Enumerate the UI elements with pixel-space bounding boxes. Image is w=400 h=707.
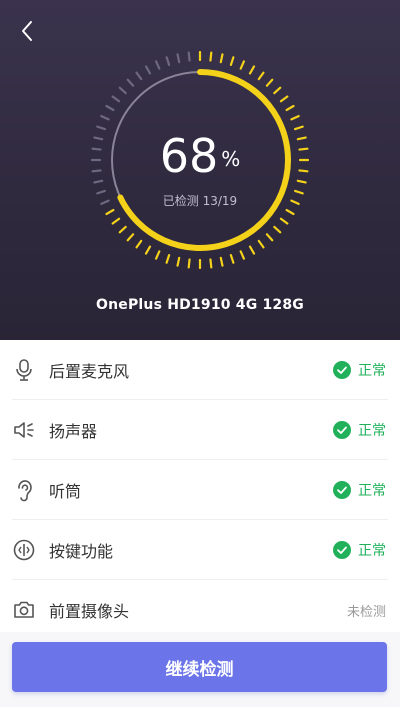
gauge-tick: [239, 250, 246, 260]
gauge-tick: [229, 254, 235, 264]
gauge-tick: [111, 95, 121, 103]
status-text: 正常: [358, 362, 386, 379]
gauge-tick: [279, 217, 289, 225]
gauge-tick: [176, 53, 181, 64]
gauge-tick: [105, 104, 115, 112]
list-item[interactable]: 按键功能 正常: [12, 520, 388, 580]
gauge-tick: [219, 256, 224, 267]
check-circle-icon: [333, 480, 351, 499]
gauge-tick: [165, 56, 171, 66]
status-badge: 未检测: [347, 601, 386, 620]
microphone-icon: [12, 358, 36, 382]
gauge-tick: [279, 95, 289, 103]
list-item[interactable]: 后置麦克风 正常: [12, 340, 388, 400]
gauge-tick: [219, 53, 224, 64]
list-item[interactable]: 前置摄像头 未检测: [12, 580, 388, 640]
gauge-tick: [187, 51, 191, 62]
gauge-tick: [290, 114, 300, 121]
status-badge: 正常: [333, 360, 386, 380]
item-label: 前置摄像头: [49, 602, 130, 621]
list-item[interactable]: 扬声器 正常: [12, 400, 388, 460]
gauge-tick: [273, 86, 282, 95]
gauge-tick: [154, 60, 161, 70]
test-header: 68% 已检测 13/19 OnePlus HD1910 4G 128G: [0, 0, 400, 340]
status-badge: 正常: [333, 480, 386, 500]
check-circle-icon: [333, 420, 351, 439]
camera-icon: [12, 598, 36, 622]
test-item-list: 后置麦克风 正常 扬声器 正常 听筒 正常 按键功能 正常 前置摄像头 未检测: [0, 340, 400, 640]
gauge-tick: [248, 65, 256, 75]
status-text: 正常: [358, 422, 386, 439]
gauge-tick: [144, 65, 152, 75]
ear-icon: [12, 478, 36, 502]
gauge-tick: [100, 114, 110, 121]
key-icon: [12, 538, 36, 562]
gauge-tick: [105, 208, 115, 216]
status-badge: 正常: [333, 540, 386, 560]
gauge-tick: [135, 71, 143, 81]
gauge-tick: [273, 225, 282, 234]
item-label: 后置麦克风: [49, 361, 130, 381]
gauge-tick: [257, 239, 265, 249]
gauge-tick: [135, 239, 143, 249]
gauge-tick: [265, 233, 274, 242]
item-label: 听筒: [49, 481, 82, 501]
progress-count: 已检测 13/19: [162, 194, 238, 208]
item-label: 按键功能: [49, 541, 114, 561]
gauge-tick: [209, 258, 213, 269]
gauge-tick: [154, 250, 161, 260]
gauge-tick: [111, 217, 121, 225]
gauge-tick: [248, 245, 256, 255]
gauge-tick: [257, 71, 265, 81]
gauge-tick: [118, 225, 127, 234]
gauge-tick: [209, 51, 213, 62]
gauge-tick: [144, 245, 152, 255]
percent-value: 68: [159, 129, 219, 183]
check-circle-icon: [333, 360, 351, 379]
list-item[interactable]: 听筒 正常: [12, 460, 388, 520]
gauge-tick: [165, 254, 171, 264]
status-badge: 正常: [333, 420, 386, 440]
gauge-tick: [285, 104, 295, 112]
device-name: OnePlus HD1910 4G 128G: [96, 297, 304, 313]
status-text: 未检测: [346, 604, 386, 620]
check-circle-icon: [333, 540, 351, 559]
gauge-tick: [229, 56, 235, 66]
status-text: 正常: [358, 482, 386, 499]
status-text: 正常: [358, 542, 386, 559]
gauge-tick: [265, 78, 274, 87]
gauge-tick: [176, 256, 181, 267]
gauge-tick: [126, 233, 135, 242]
progress-percent: 68%: [0, 128, 400, 187]
gauge-tick: [126, 78, 135, 87]
gauge-tick: [239, 60, 246, 70]
continue-test-button[interactable]: 继续检测: [12, 642, 387, 692]
gauge-tick: [118, 86, 127, 95]
speaker-icon: [12, 418, 36, 442]
gauge-tick: [187, 258, 191, 269]
item-label: 扬声器: [49, 421, 98, 441]
gauge-tick: [285, 208, 295, 216]
percent-unit: %: [221, 147, 241, 171]
